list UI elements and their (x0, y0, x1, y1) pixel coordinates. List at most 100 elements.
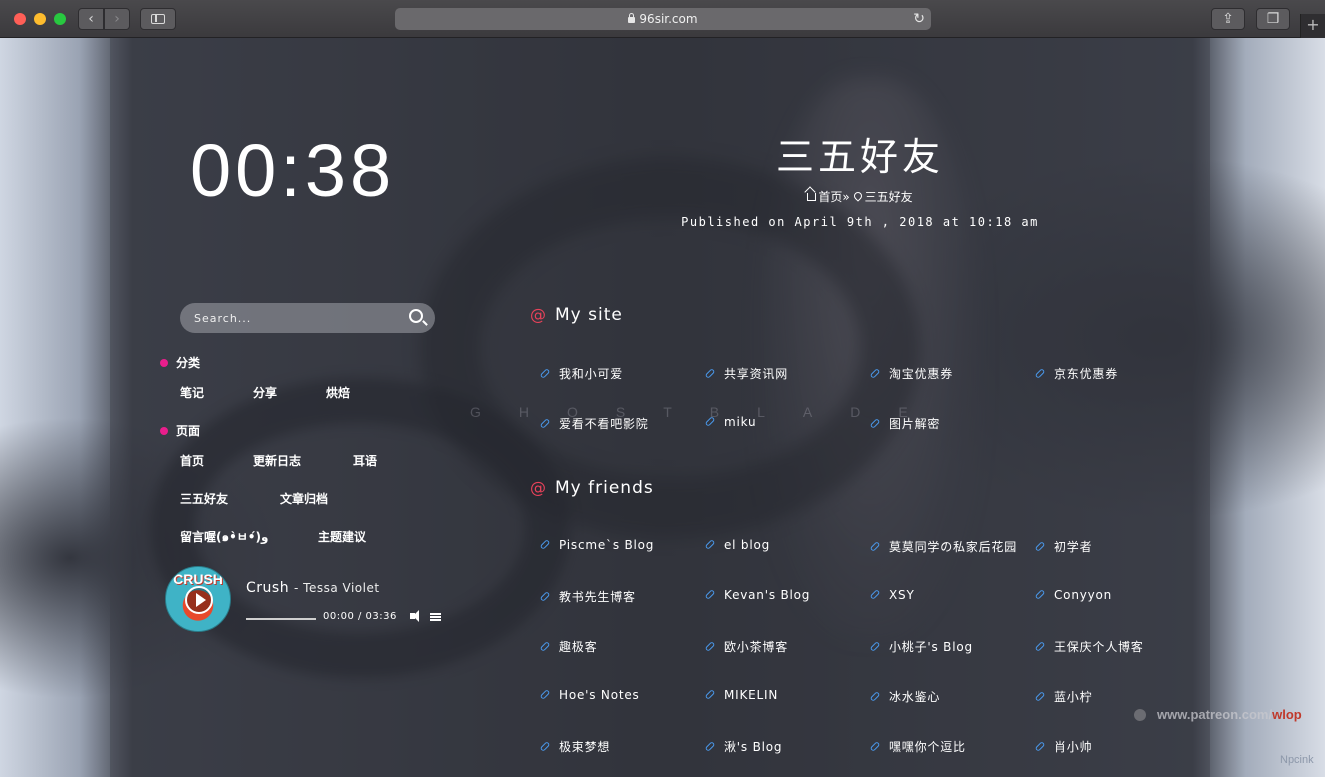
close-window-button[interactable] (14, 13, 26, 25)
page-link[interactable]: 首页 (180, 452, 204, 469)
reload-icon[interactable]: ↻ (913, 8, 925, 30)
progress-bar[interactable] (246, 618, 316, 620)
chevron-left-icon: ‹ (88, 11, 94, 27)
friend-link[interactable]: 莫莫同学の私家后花园 (869, 538, 1018, 555)
link-label: 冰水鉴心 (889, 690, 941, 704)
breadcrumb-home[interactable]: 首页 (818, 188, 842, 205)
friend-link[interactable]: MIKELIN (704, 688, 779, 702)
lock-icon (628, 13, 636, 23)
friend-link[interactable]: 冰水鉴心 (869, 688, 941, 705)
song-title: Crush - Tessa Violet (246, 580, 380, 596)
link-icon (1034, 589, 1046, 600)
search-icon[interactable] (409, 309, 423, 323)
tabs-icon: ❐ (1266, 11, 1280, 27)
link-icon (704, 741, 716, 752)
url-text: 96sir.com (639, 12, 698, 26)
link-label: 湫's Blog (724, 740, 783, 754)
friend-link[interactable]: 教书先生博客 (539, 588, 636, 605)
link-icon (1034, 641, 1046, 652)
friend-link[interactable]: 小桃子's Blog (869, 638, 973, 655)
home-icon (807, 193, 817, 201)
chevron-right-icon: › (114, 11, 120, 27)
link-icon (539, 539, 551, 550)
page-link[interactable]: 主题建议 (318, 528, 366, 545)
category-link[interactable]: 笔记 (180, 384, 204, 401)
breadcrumb: 首页» 三五好友 (700, 188, 1020, 205)
friend-link[interactable]: 淘宝优惠券 (869, 365, 954, 382)
page-link[interactable]: 文章归档 (280, 490, 328, 507)
friend-link[interactable]: 欧小茶博客 (704, 638, 788, 655)
dot-icon (160, 359, 168, 367)
address-bar[interactable]: 96sir.com ↻ (395, 8, 931, 30)
link-label: 莫莫同学の私家后花园 (889, 540, 1018, 554)
forward-button[interactable]: › (104, 8, 130, 30)
album-cover[interactable]: CRUSH (165, 566, 231, 632)
link-icon (869, 641, 881, 652)
sidebar-icon (151, 14, 165, 24)
friend-link[interactable]: 趣极客 (539, 638, 598, 655)
page-link[interactable]: 留言喔(๑•̀ㅂ•́)و (180, 528, 268, 547)
friend-link[interactable]: 共享资讯网 (704, 365, 788, 382)
sidebar-toggle-button[interactable] (140, 8, 176, 30)
friend-link[interactable]: miku (704, 415, 757, 429)
minimize-window-button[interactable] (34, 13, 46, 25)
friend-link[interactable]: 京东优惠券 (1034, 365, 1118, 382)
friend-link[interactable]: XSY (869, 588, 915, 602)
corner-credit: Npcink (1280, 754, 1314, 766)
play-icon[interactable] (185, 586, 213, 614)
share-button[interactable]: ⇪ (1211, 8, 1245, 30)
friend-link[interactable]: 我和小可爱 (539, 365, 623, 382)
friend-link[interactable]: Conyyon (1034, 588, 1112, 602)
link-label: miku (724, 415, 757, 429)
link-icon (704, 368, 716, 379)
breadcrumb-separator: » (842, 190, 850, 204)
link-icon (869, 368, 881, 379)
categories-heading: 分类 (160, 354, 200, 371)
search-box (180, 303, 435, 333)
link-label: MIKELIN (724, 688, 779, 702)
new-tab-button[interactable]: + (1300, 14, 1325, 38)
zoom-window-button[interactable] (54, 13, 66, 25)
link-label: 淘宝优惠券 (889, 367, 954, 381)
link-label: 肖小帅 (1054, 740, 1093, 754)
search-input[interactable] (194, 303, 394, 333)
friend-link[interactable]: 嘿嘿你个逗比 (869, 738, 966, 755)
page-link[interactable]: 耳语 (353, 452, 377, 469)
friend-link[interactable]: 蓝小柠 (1034, 688, 1092, 705)
friend-link[interactable]: 王保庆个人博客 (1034, 638, 1144, 655)
link-icon (704, 641, 716, 652)
volume-icon[interactable] (410, 610, 419, 622)
friend-link[interactable]: 爱看不看吧影院 (539, 415, 649, 432)
friend-link[interactable]: 肖小帅 (1034, 738, 1093, 755)
friend-link[interactable]: 极束梦想 (539, 738, 610, 755)
link-label: Hoe's Notes (559, 688, 640, 702)
song-artist: - Tessa Violet (294, 581, 380, 595)
playlist-icon[interactable] (430, 613, 441, 621)
link-label: 王保庆个人博客 (1054, 640, 1144, 654)
link-label: 教书先生博客 (559, 590, 636, 604)
link-icon (539, 418, 551, 429)
friend-link[interactable]: el blog (704, 538, 770, 552)
friend-link[interactable]: Piscme`s Blog (539, 538, 654, 552)
page-link[interactable]: 三五好友 (180, 490, 228, 507)
my-friends-heading: @ My friends (530, 478, 654, 498)
tab-overview-button[interactable]: ❐ (1256, 8, 1290, 30)
link-label: 趣极客 (559, 640, 598, 654)
friend-link[interactable]: 湫's Blog (704, 738, 783, 755)
friend-link[interactable]: Hoe's Notes (539, 688, 640, 702)
friend-link[interactable]: Kevan's Blog (704, 588, 810, 602)
clock: 00:38 (190, 129, 396, 212)
link-label: 嘿嘿你个逗比 (889, 740, 966, 754)
friend-link[interactable]: 图片解密 (869, 415, 940, 432)
back-button[interactable]: ‹ (78, 8, 104, 30)
link-icon (539, 741, 551, 752)
category-link[interactable]: 分享 (253, 384, 277, 401)
page-title: 三五好友 (775, 135, 944, 179)
link-icon (704, 689, 716, 700)
page-link[interactable]: 更新日志 (253, 452, 301, 469)
category-link[interactable]: 烘焙 (326, 384, 350, 401)
link-icon (869, 541, 881, 552)
friend-link[interactable]: 初学者 (1034, 538, 1092, 555)
browser-toolbar: ‹ › 96sir.com ↻ ⇪ ❐ + (0, 0, 1325, 38)
link-icon (704, 539, 716, 550)
